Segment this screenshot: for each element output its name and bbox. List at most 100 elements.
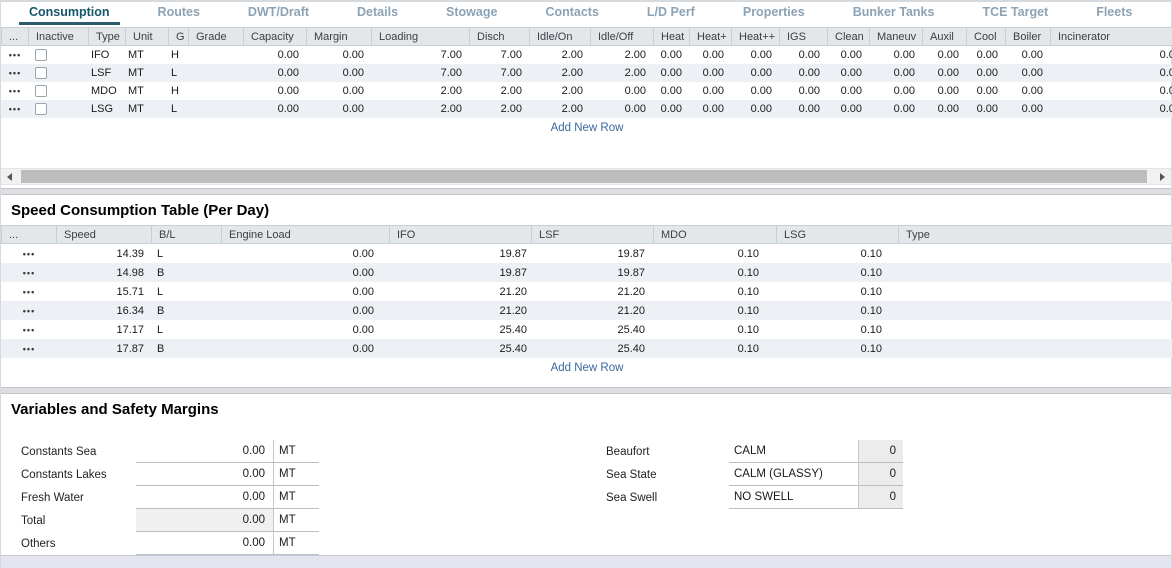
cell-unit[interactable]: MT: [125, 49, 168, 61]
cell-type[interactable]: MDO: [88, 85, 125, 97]
cell-cool[interactable]: 0.00: [966, 49, 1005, 61]
tab[interactable]: Routes: [148, 2, 210, 24]
cell-ifo[interactable]: 21.20: [389, 305, 531, 317]
cell-engine-load[interactable]: 0.00: [221, 286, 389, 298]
cell-margin[interactable]: 0.00: [306, 85, 371, 97]
tab[interactable]: Bunker Tanks: [843, 2, 945, 24]
cell-speed[interactable]: 15.71: [56, 286, 151, 298]
cell-heat[interactable]: 0.00: [653, 49, 689, 61]
cell-mdo[interactable]: 0.10: [653, 343, 776, 355]
cell-auxil[interactable]: 0.00: [922, 67, 966, 79]
cell-unit[interactable]: MT: [125, 103, 168, 115]
cell-maneuv[interactable]: 0.00: [869, 49, 922, 61]
inactive-checkbox[interactable]: [35, 49, 47, 61]
cell-engine-load[interactable]: 0.00: [221, 267, 389, 279]
cell-incinerator[interactable]: 0.00: [1050, 67, 1172, 79]
cell-clean[interactable]: 0.00: [827, 85, 869, 97]
cell-type[interactable]: LSF: [88, 67, 125, 79]
cell-boiler[interactable]: 0.00: [1005, 103, 1050, 115]
cell-loading[interactable]: 7.00: [371, 67, 469, 79]
cell-incinerator[interactable]: 0.00: [1050, 103, 1172, 115]
cell-idle-on[interactable]: 2.00: [529, 67, 590, 79]
cell-lsg[interactable]: 0.10: [776, 343, 898, 355]
cell-margin[interactable]: 0.00: [306, 67, 371, 79]
tab[interactable]: Stowage: [436, 2, 507, 24]
cell-engine-load[interactable]: 0.00: [221, 305, 389, 317]
field-value-input[interactable]: 0.00: [136, 463, 273, 486]
cell-lsf[interactable]: 19.87: [531, 248, 653, 260]
cell-speed[interactable]: 17.87: [56, 343, 151, 355]
cell-maneuv[interactable]: 0.00: [869, 103, 922, 115]
cell-lsf[interactable]: 25.40: [531, 343, 653, 355]
inactive-checkbox[interactable]: [35, 85, 47, 97]
cell-heat-plus[interactable]: 0.00: [689, 67, 731, 79]
row-menu-button[interactable]: •••: [1, 104, 28, 114]
cell-idle-off[interactable]: 2.00: [590, 49, 653, 61]
cell-capacity[interactable]: 0.00: [243, 103, 306, 115]
cell-margin[interactable]: 0.00: [306, 103, 371, 115]
cell-heat-plus[interactable]: 0.00: [689, 103, 731, 115]
cell-ifo[interactable]: 21.20: [389, 286, 531, 298]
cell-heat-plus[interactable]: 0.00: [689, 49, 731, 61]
cell-clean[interactable]: 0.00: [827, 49, 869, 61]
tab[interactable]: Consumption: [19, 2, 120, 24]
cell-auxil[interactable]: 0.00: [922, 49, 966, 61]
cell-lsg[interactable]: 0.10: [776, 286, 898, 298]
cell-idle-off[interactable]: 2.00: [590, 67, 653, 79]
scroll-right-button[interactable]: [1154, 169, 1171, 184]
cell-capacity[interactable]: 0.00: [243, 85, 306, 97]
cell-incinerator[interactable]: 0.00: [1050, 49, 1172, 61]
row-menu-button[interactable]: •••: [1, 287, 56, 297]
cell-type[interactable]: LSG: [88, 103, 125, 115]
cell-bl[interactable]: B: [151, 267, 221, 279]
cell-mdo[interactable]: 0.10: [653, 267, 776, 279]
cell-g[interactable]: L: [168, 103, 188, 115]
cell-idle-off[interactable]: 0.00: [590, 85, 653, 97]
cell-loading[interactable]: 2.00: [371, 103, 469, 115]
tab[interactable]: Contacts: [535, 2, 608, 24]
cell-clean[interactable]: 0.00: [827, 103, 869, 115]
cell-bl[interactable]: B: [151, 305, 221, 317]
cell-speed[interactable]: 16.34: [56, 305, 151, 317]
row-menu-button[interactable]: •••: [1, 249, 56, 259]
cell-lsg[interactable]: 0.10: [776, 267, 898, 279]
cell-type[interactable]: IFO: [88, 49, 125, 61]
cell-bl[interactable]: B: [151, 343, 221, 355]
row-menu-button[interactable]: •••: [1, 325, 56, 335]
cell-bl[interactable]: L: [151, 286, 221, 298]
cell-auxil[interactable]: 0.00: [922, 85, 966, 97]
field-value-dropdown[interactable]: CALM: [729, 440, 858, 463]
cell-engine-load[interactable]: 0.00: [221, 343, 389, 355]
cell-g[interactable]: L: [168, 67, 188, 79]
cell-idle-on[interactable]: 2.00: [529, 103, 590, 115]
scrollbar-track[interactable]: [18, 169, 1154, 184]
cell-igs[interactable]: 0.00: [779, 103, 827, 115]
cell-boiler[interactable]: 0.00: [1005, 85, 1050, 97]
tab[interactable]: L/D Perf: [637, 2, 705, 24]
cell-g[interactable]: H: [168, 85, 188, 97]
cell-clean[interactable]: 0.00: [827, 67, 869, 79]
inactive-checkbox[interactable]: [35, 67, 47, 79]
cell-mdo[interactable]: 0.10: [653, 305, 776, 317]
tab[interactable]: TCE Target: [972, 2, 1058, 24]
cell-ifo[interactable]: 25.40: [389, 324, 531, 336]
cell-mdo[interactable]: 0.10: [653, 324, 776, 336]
cell-loading[interactable]: 2.00: [371, 85, 469, 97]
cell-unit[interactable]: MT: [125, 85, 168, 97]
cell-disch[interactable]: 7.00: [469, 49, 529, 61]
cell-margin[interactable]: 0.00: [306, 49, 371, 61]
field-value-input[interactable]: 0.00: [136, 440, 273, 463]
cell-unit[interactable]: MT: [125, 67, 168, 79]
cell-disch[interactable]: 2.00: [469, 103, 529, 115]
tab[interactable]: Details: [347, 2, 408, 24]
scrollbar-thumb[interactable]: [21, 170, 1147, 183]
cell-loading[interactable]: 7.00: [371, 49, 469, 61]
cell-heat-plus-plus[interactable]: 0.00: [731, 49, 779, 61]
field-value-dropdown[interactable]: NO SWELL: [729, 486, 858, 509]
cell-heat[interactable]: 0.00: [653, 85, 689, 97]
cell-idle-on[interactable]: 2.00: [529, 49, 590, 61]
add-new-row-link[interactable]: Add New Row: [1, 118, 1172, 137]
row-menu-button[interactable]: •••: [1, 344, 56, 354]
cell-disch[interactable]: 2.00: [469, 85, 529, 97]
cell-capacity[interactable]: 0.00: [243, 49, 306, 61]
